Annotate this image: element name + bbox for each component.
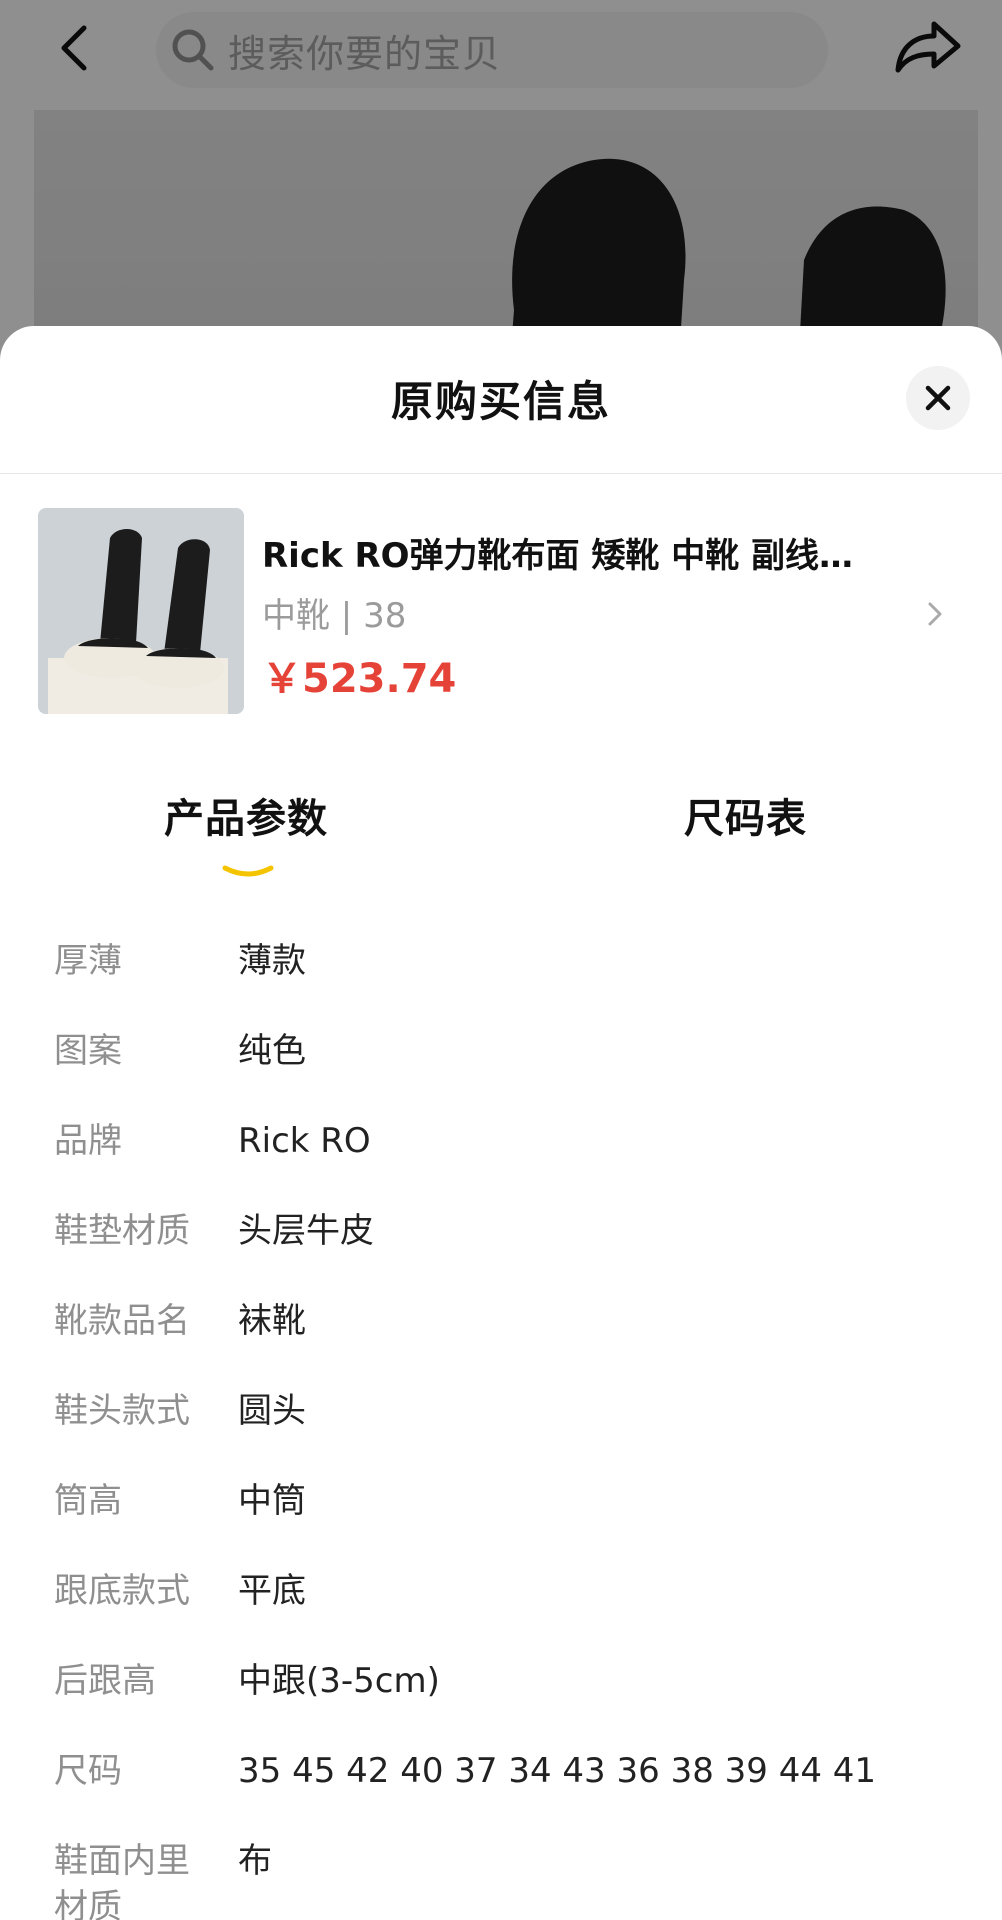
- tab-active-indicator: [222, 865, 274, 877]
- product-title: Rick RO弹力靴布面 矮靴 中靴 副线…: [262, 536, 854, 576]
- param-row: 鞋垫材质 头层牛皮: [0, 1200, 1002, 1290]
- param-row: 鞋面内里材质 布: [0, 1830, 1002, 1920]
- tab-size-chart[interactable]: 尺码表: [684, 786, 807, 844]
- param-value: Rick RO: [238, 1121, 371, 1161]
- tab-product-params[interactable]: 产品参数: [164, 786, 328, 844]
- param-value: 中跟(3-5cm): [238, 1661, 440, 1701]
- param-value: 袜靴: [238, 1301, 306, 1341]
- param-value: 中筒: [238, 1481, 306, 1521]
- product-thumbnail: [38, 508, 244, 714]
- close-button[interactable]: [906, 366, 970, 430]
- param-label: 品牌: [54, 1121, 122, 1161]
- param-value: 平底: [238, 1571, 306, 1611]
- param-value: 头层牛皮: [238, 1211, 374, 1251]
- sheet-title: 原购买信息: [390, 377, 611, 426]
- param-row: 后跟高 中跟(3-5cm): [0, 1650, 1002, 1740]
- param-label: 鞋面内里材质: [54, 1841, 190, 1920]
- product-price: ￥523.74: [262, 656, 457, 702]
- param-row: 筒高 中筒: [0, 1470, 1002, 1560]
- param-value: 35 45 42 40 37 34 43 36 38 39 44 41: [238, 1751, 877, 1791]
- param-label: 后跟高: [54, 1661, 156, 1701]
- param-row: 品牌 Rick RO: [0, 1110, 1002, 1200]
- tabs: 产品参数 尺码表: [0, 786, 1002, 896]
- param-row: 靴款品名 袜靴: [0, 1290, 1002, 1380]
- param-value: 圆头: [238, 1391, 306, 1431]
- param-value: 薄款: [238, 941, 306, 981]
- param-row: 厚薄 薄款: [0, 930, 1002, 1020]
- param-label: 厚薄: [54, 941, 122, 981]
- chevron-right-icon: [928, 602, 942, 626]
- sheet-header: 原购买信息: [0, 326, 1002, 474]
- param-row: 尺码 35 45 42 40 37 34 43 36 38 39 44 41: [0, 1740, 1002, 1830]
- param-label: 鞋垫材质: [54, 1211, 190, 1251]
- param-row: 跟底款式 平底: [0, 1560, 1002, 1650]
- param-label: 筒高: [54, 1481, 122, 1521]
- param-value: 布: [238, 1841, 272, 1881]
- param-label: 尺码: [54, 1751, 122, 1791]
- purchase-info-sheet: 原购买信息 Rick RO弹力靴布面 矮靴 中靴 副线… 中靴 | 38 ￥52…: [0, 326, 1002, 1920]
- close-icon: [925, 385, 951, 411]
- param-row: 图案 纯色: [0, 1020, 1002, 1110]
- product-variant: 中靴 | 38: [262, 596, 407, 636]
- param-label: 图案: [54, 1031, 122, 1071]
- params-list: 厚薄 薄款 图案 纯色 品牌 Rick RO 鞋垫材质 头层牛皮 靴款品名 袜靴…: [0, 930, 1002, 1920]
- param-value: 纯色: [238, 1031, 306, 1071]
- param-label: 鞋头款式: [54, 1391, 190, 1431]
- param-label: 跟底款式: [54, 1571, 190, 1611]
- param-label: 靴款品名: [54, 1301, 190, 1341]
- param-row: 鞋头款式 圆头: [0, 1380, 1002, 1470]
- product-row[interactable]: Rick RO弹力靴布面 矮靴 中靴 副线… 中靴 | 38 ￥523.74: [0, 508, 1002, 718]
